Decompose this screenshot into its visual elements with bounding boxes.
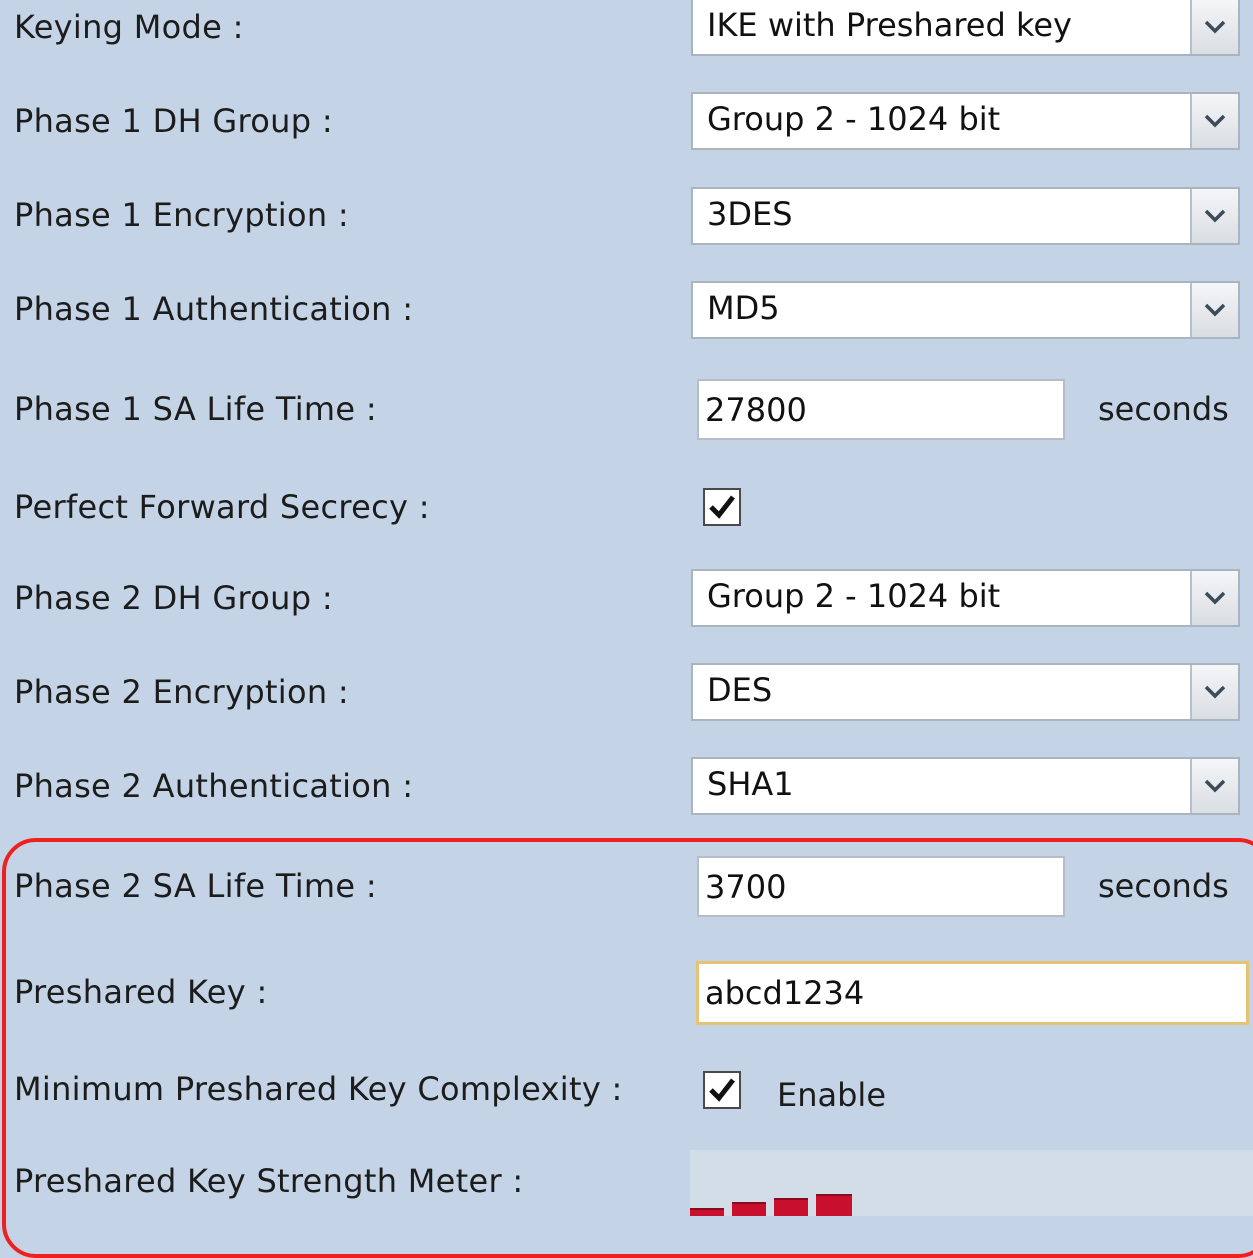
phase1-encryption-label: Phase 1 Encryption : xyxy=(14,196,349,234)
phase2-dh-group-select[interactable]: Group 2 - 1024 bit xyxy=(691,569,1240,627)
chevron-down-icon[interactable] xyxy=(1190,571,1238,625)
keying-mode-value: IKE with Preshared key xyxy=(707,6,1072,44)
phase1-authentication-value: MD5 xyxy=(707,289,780,327)
strength-segment-3 xyxy=(774,1198,808,1216)
key-strength-meter-label: Preshared Key Strength Meter : xyxy=(14,1162,524,1200)
chevron-down-icon[interactable] xyxy=(1190,0,1238,54)
min-key-complexity-enable-label[interactable]: Enable xyxy=(777,1076,886,1114)
strength-segment-4 xyxy=(816,1194,852,1216)
chevron-down-icon[interactable] xyxy=(1190,94,1238,148)
keying-mode-label: Keying Mode : xyxy=(14,8,244,46)
checkmark-icon xyxy=(709,495,735,519)
preshared-key-label: Preshared Key : xyxy=(14,973,268,1011)
pfs-checkbox[interactable] xyxy=(703,488,741,526)
phase2-authentication-select[interactable]: SHA1 xyxy=(691,757,1240,815)
phase1-authentication-select[interactable]: MD5 xyxy=(691,281,1240,339)
strength-segment-1 xyxy=(690,1208,724,1216)
phase1-encryption-value: 3DES xyxy=(707,195,793,233)
preshared-key-field[interactable] xyxy=(696,961,1249,1025)
phase2-authentication-label: Phase 2 Authentication : xyxy=(14,767,414,805)
phase1-sa-life-time-field[interactable] xyxy=(697,379,1065,440)
preshared-key-input[interactable] xyxy=(699,964,1246,1022)
phase2-encryption-label: Phase 2 Encryption : xyxy=(14,673,349,711)
phase2-dh-group-value: Group 2 - 1024 bit xyxy=(707,577,1001,615)
keying-mode-select[interactable]: IKE with Preshared key xyxy=(691,0,1240,56)
phase2-sa-life-time-unit: seconds xyxy=(1098,867,1229,905)
phase2-sa-life-time-input[interactable] xyxy=(699,858,1063,915)
phase1-sa-life-time-label: Phase 1 SA Life Time : xyxy=(14,390,377,428)
phase2-encryption-value: DES xyxy=(707,671,773,709)
phase1-dh-group-value: Group 2 - 1024 bit xyxy=(707,100,1001,138)
phase1-dh-group-select[interactable]: Group 2 - 1024 bit xyxy=(691,92,1240,150)
phase1-authentication-label: Phase 1 Authentication : xyxy=(14,290,414,328)
phase1-encryption-select[interactable]: 3DES xyxy=(691,187,1240,245)
checkmark-icon xyxy=(709,1078,735,1102)
phase2-sa-life-time-field[interactable] xyxy=(697,856,1065,917)
chevron-down-icon[interactable] xyxy=(1190,283,1238,337)
chevron-down-icon[interactable] xyxy=(1190,665,1238,719)
key-strength-meter xyxy=(690,1150,1253,1216)
phase1-sa-life-time-unit: seconds xyxy=(1098,390,1229,428)
chevron-down-icon[interactable] xyxy=(1190,759,1238,813)
strength-segment-2 xyxy=(732,1202,766,1216)
pfs-label: Perfect Forward Secrecy : xyxy=(14,488,430,526)
phase2-encryption-select[interactable]: DES xyxy=(691,663,1240,721)
phase1-dh-group-label: Phase 1 DH Group : xyxy=(14,102,333,140)
phase1-sa-life-time-input[interactable] xyxy=(699,381,1063,438)
min-key-complexity-checkbox[interactable] xyxy=(703,1071,741,1109)
phase2-dh-group-label: Phase 2 DH Group : xyxy=(14,579,333,617)
phase2-authentication-value: SHA1 xyxy=(707,765,794,803)
chevron-down-icon[interactable] xyxy=(1190,189,1238,243)
min-key-complexity-label: Minimum Preshared Key Complexity : xyxy=(14,1070,623,1108)
phase2-sa-life-time-label: Phase 2 SA Life Time : xyxy=(14,867,377,905)
